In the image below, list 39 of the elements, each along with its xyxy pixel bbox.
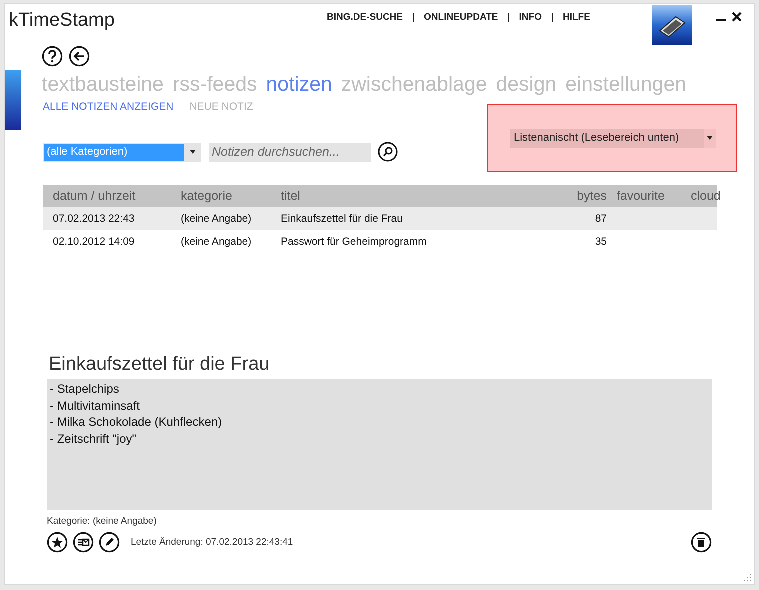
mail-icon[interactable]	[73, 532, 94, 553]
table-cell-text: Passwort für Geheimprogramm	[280, 236, 428, 248]
last-modified: Letzte Änderung: 07.02.2013 22:43:41	[131, 537, 294, 548]
top-link[interactable]: BING.DE-SUCHE	[327, 12, 404, 23]
top-link[interactable]: HILFE	[562, 12, 590, 23]
close-icon[interactable]	[732, 12, 742, 22]
accent-bar	[5, 70, 21, 130]
search-icon[interactable]	[378, 142, 398, 162]
table-cell-text: 87	[594, 212, 607, 224]
table-cell-text: Einkaufszettel für die Frau	[280, 212, 404, 224]
table-cell-text: (keine Angabe)	[180, 236, 253, 248]
search-field[interactable]: Notizen durchsuchen...	[209, 142, 371, 162]
table-cell-text: 35	[594, 236, 607, 248]
column-header: titel	[280, 189, 302, 203]
help-icon[interactable]	[42, 46, 63, 67]
view-dropdown[interactable]: Listenanischt (Lesebereich unten)	[510, 128, 716, 148]
table-cell-text: 07.02.2013 22:43	[52, 212, 136, 224]
top-link[interactable]: INFO	[519, 12, 542, 23]
category-dropdown[interactable]: (alle Kategorien)	[43, 142, 201, 162]
back-icon[interactable]	[69, 46, 90, 67]
column-header: favourite	[616, 189, 666, 203]
caret-icon	[190, 150, 196, 154]
table-row[interactable]: 07.02.2013 22:43 (keine Angabe) Einkaufszettel für die Frau 87	[43, 207, 717, 230]
table-cell-text: 02.10.2012 14:09	[52, 236, 136, 248]
top-link[interactable]: ONLINEUPDATE	[424, 12, 498, 23]
table-cell-text: (keine Angabe)	[180, 212, 253, 224]
sub-tab[interactable]: ALLE NOTIZEN ANZEIGEN	[43, 101, 174, 113]
window-title: kTimeStamp	[8, 9, 116, 32]
column-header: bytes	[576, 189, 607, 203]
resize-grip-icon[interactable]	[744, 574, 752, 582]
caret-icon	[707, 136, 713, 140]
column-header: datum / uhrzeit	[52, 189, 137, 203]
pencil-icon[interactable]	[99, 532, 120, 553]
column-header: kategorie	[180, 189, 234, 203]
note-text-field[interactable]: - Stapelchips - Multivitaminsaft - Milka Schokolade (Kuhflecken) - Zeitschrift "joy"	[47, 379, 712, 510]
nav-tab[interactable]: notizen	[266, 73, 332, 97]
trash-icon[interactable]	[691, 532, 712, 553]
note-title: Einkaufszettel für die Frau	[49, 354, 271, 376]
note-category: Kategorie: (keine Angabe)	[47, 516, 158, 527]
